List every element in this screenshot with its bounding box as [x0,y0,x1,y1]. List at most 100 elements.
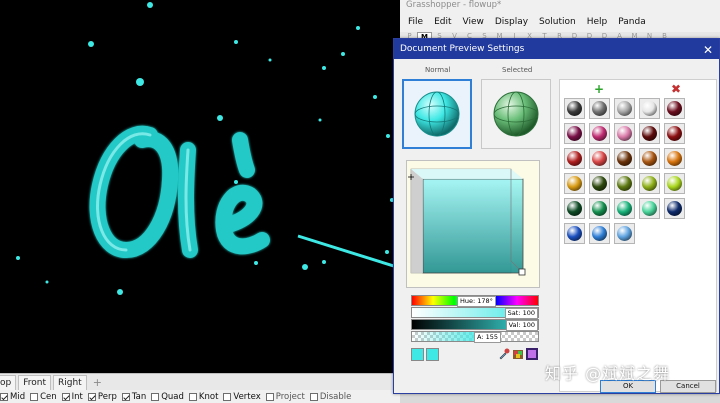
swatch-button[interactable] [564,148,585,169]
palette-icon[interactable] [512,348,524,360]
value-value: Val: 100 [505,320,538,331]
add-swatch-icon[interactable]: + [594,83,604,95]
saturation-slider[interactable]: Sat: 100 [411,307,539,319]
cen-checkbox[interactable] [30,392,39,401]
swatch-button[interactable] [614,123,635,144]
swatch-button[interactable] [564,123,585,144]
knot-checkbox[interactable] [188,392,197,401]
menu-display[interactable]: Display [495,17,528,27]
swatch-button[interactable] [564,198,585,219]
add-viewport-icon[interactable]: + [93,376,102,389]
osnap-cen[interactable]: Cen [30,392,57,402]
menu-panda[interactable]: Panda [618,17,645,27]
sphere-swatch-icon [592,226,607,241]
osnap-project[interactable]: Project [265,392,305,402]
sphere-swatch-icon [567,126,582,141]
project-checkbox[interactable] [265,392,274,401]
menu-help[interactable]: Help [587,17,608,27]
swatch-button[interactable] [589,223,610,244]
swatch-button[interactable] [664,198,685,219]
swatch-button[interactable] [589,148,610,169]
hue-value: Hue: 178° [457,296,496,307]
menu-solution[interactable]: Solution [539,17,576,27]
color-wheel-icon[interactable] [526,348,538,360]
osnap-quad[interactable]: Quad [151,392,184,402]
tab-right[interactable]: Right [53,374,87,390]
flow-line [297,234,400,270]
osnap-disable[interactable]: Disable [309,392,351,402]
swatch-button[interactable] [614,173,635,194]
sphere-swatch-icon [567,101,582,116]
swatch-button[interactable] [589,123,610,144]
tan-checkbox[interactable] [121,392,130,401]
dialog-title: Document Preview Settings [400,44,525,54]
swatch-button[interactable] [564,98,585,119]
viewport-tabs: op Front Right + [0,373,400,390]
hue-slider[interactable]: Hue: 178° [411,295,539,307]
current-color-swatch[interactable] [411,348,424,361]
swatch-button[interactable] [639,198,660,219]
sphere-swatch-icon [567,151,582,166]
saturation-value: Sat: 100 [504,308,538,319]
document-preview-settings-dialog: Document Preview Settings ✕ Normal Selec… [393,38,720,394]
close-icon[interactable]: ✕ [703,40,713,60]
swatch-button[interactable] [589,198,610,219]
swatch-button[interactable] [664,123,685,144]
perp-checkbox[interactable] [87,392,96,401]
swatch-button[interactable] [639,148,660,169]
swatch-button[interactable] [564,223,585,244]
sphere-swatch-icon [642,151,657,166]
normal-preview-button[interactable] [402,79,472,149]
disable-checkbox[interactable] [309,392,318,401]
swatch-button[interactable] [664,173,685,194]
rhino-viewport[interactable] [0,0,400,373]
swatch-button[interactable] [664,148,685,169]
osnap-knot[interactable]: Knot [188,392,218,402]
delete-swatch-icon[interactable]: ✖ [671,83,681,95]
mid-checkbox[interactable] [0,392,8,401]
sphere-swatch-icon [642,176,657,191]
swatch-button[interactable] [614,198,635,219]
sphere-swatch-icon [617,201,632,216]
sphere-swatch-icon [592,176,607,191]
sphere-swatch-icon [617,176,632,191]
osnap-vertex[interactable]: Vertex [223,392,261,402]
swatch-button[interactable] [614,98,635,119]
osnap-mid[interactable]: Mid [0,392,25,402]
swatch-button[interactable] [664,98,685,119]
sphere-swatch-icon [667,201,682,216]
swatch-library: + ✖ [559,79,717,392]
swatch-button[interactable] [639,123,660,144]
menu-file[interactable]: File [408,17,423,27]
eyedropper-icon[interactable] [498,348,510,360]
swatch-button[interactable] [589,173,610,194]
swatch-button[interactable] [614,148,635,169]
osnap-int[interactable]: Int [61,392,83,402]
tab-perspective[interactable]: op [0,374,17,390]
swatch-button[interactable] [564,173,585,194]
swatch-button[interactable] [589,98,610,119]
color-cube-picker[interactable] [406,160,540,288]
menu-edit[interactable]: Edit [434,17,451,27]
sphere-swatch-icon [567,201,582,216]
previous-color-swatch[interactable] [426,348,439,361]
sphere-swatch-icon [642,101,657,116]
value-slider[interactable]: Val: 100 [411,319,539,331]
sphere-swatch-icon [617,151,632,166]
swatch-button[interactable] [614,223,635,244]
swatch-button[interactable] [639,98,660,119]
watermark: 知乎 @斌斌之舞 [545,364,671,383]
alpha-slider[interactable]: A: 155 [411,331,539,343]
int-checkbox[interactable] [61,392,70,401]
sphere-swatch-icon [617,126,632,141]
vertex-checkbox[interactable] [223,392,232,401]
menu-view[interactable]: View [463,17,484,27]
swatch-button[interactable] [639,173,660,194]
tab-front[interactable]: Front [18,374,51,390]
sphere-swatch-icon [617,226,632,241]
osnap-perp[interactable]: Perp [87,392,117,402]
osnap-tan[interactable]: Tan [121,392,146,402]
selected-preview-button[interactable] [481,79,551,149]
sphere-swatch-icon [667,126,682,141]
quad-checkbox[interactable] [151,392,160,401]
